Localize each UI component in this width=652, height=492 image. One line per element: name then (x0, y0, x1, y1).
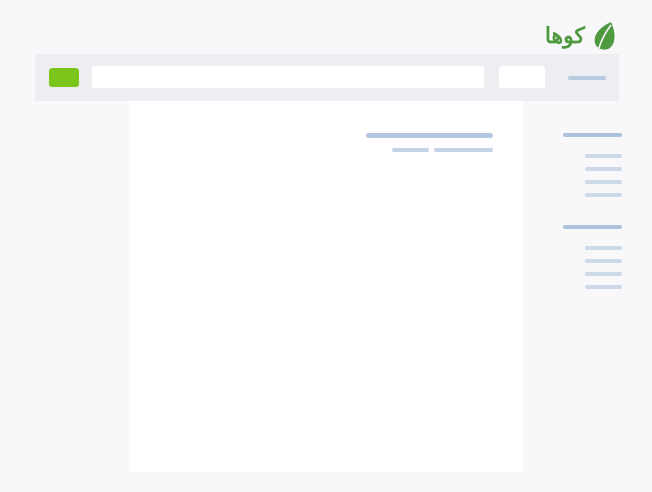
sidebar-link[interactable] (585, 246, 622, 250)
subtitle-part (392, 148, 429, 152)
sidebar-section-title (563, 225, 622, 229)
subtitle-part (434, 148, 493, 152)
sidebar-link[interactable] (585, 154, 622, 158)
search-bar (35, 54, 619, 101)
search-input[interactable] (92, 66, 484, 88)
search-scope-select[interactable] (499, 66, 545, 88)
advanced-search-link[interactable] (568, 76, 606, 80)
page-title (366, 133, 493, 138)
main-content (129, 101, 523, 472)
sidebar-link[interactable] (585, 272, 622, 276)
sidebar-link[interactable] (585, 285, 622, 289)
logo-text: كوها (544, 23, 585, 49)
sidebar-link[interactable] (585, 180, 622, 184)
sidebar-link[interactable] (585, 193, 622, 197)
search-button[interactable] (49, 68, 79, 87)
sidebar-link[interactable] (585, 167, 622, 171)
sidebar-section-title (563, 133, 622, 137)
logo[interactable]: كوها (545, 20, 617, 52)
leaf-icon (594, 22, 615, 50)
sidebar-link[interactable] (585, 259, 622, 263)
